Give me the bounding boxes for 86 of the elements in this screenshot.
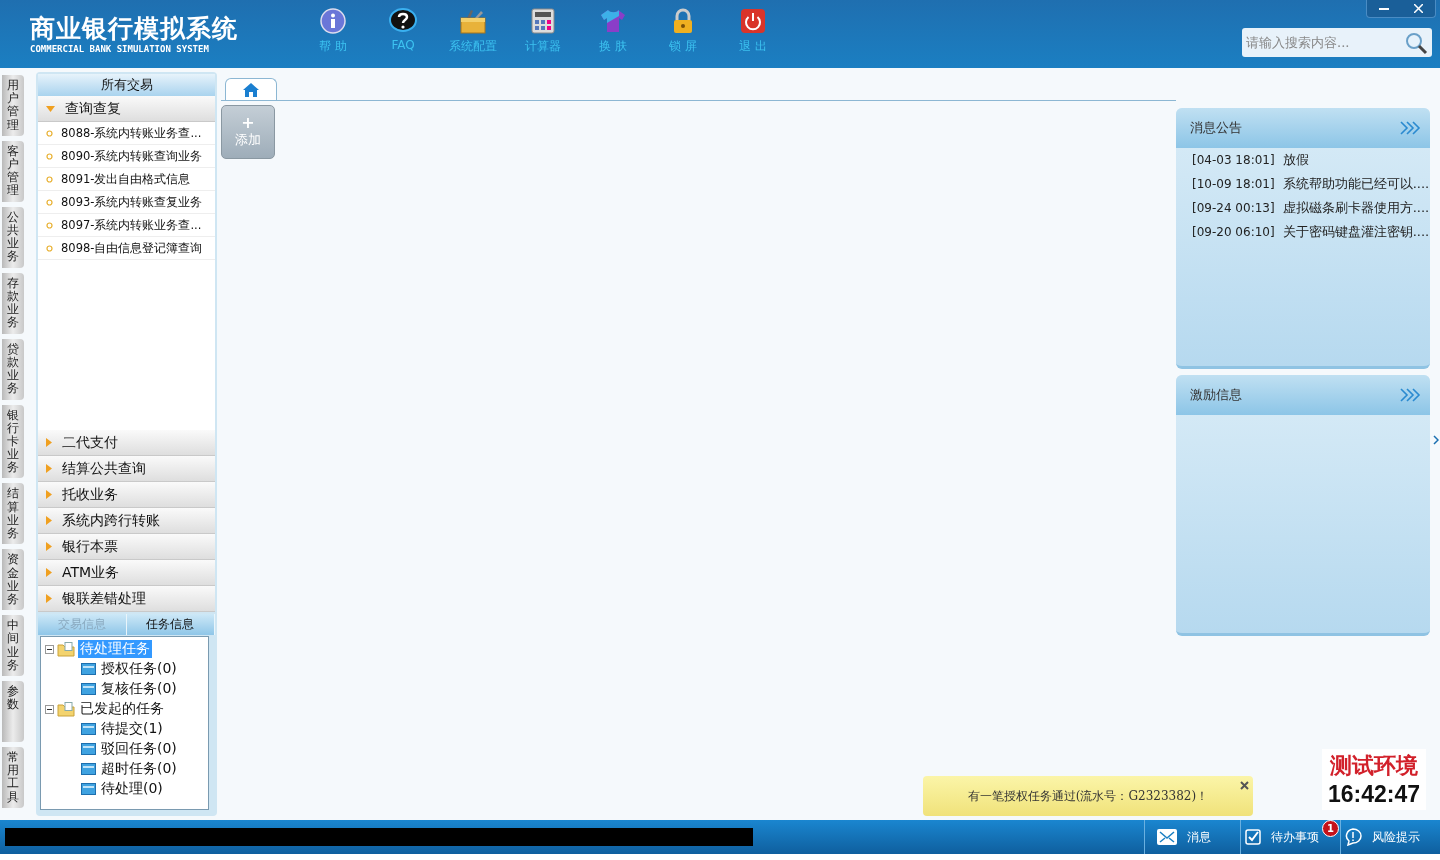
notice-time: [10-09 18:01]	[1192, 177, 1275, 191]
close-icon	[1240, 781, 1249, 790]
tree-node[interactable]: 待处理(0)	[99, 780, 165, 798]
folder-icon	[81, 743, 96, 755]
tree-node[interactable]: 驳回任务(0)	[99, 740, 179, 758]
caret-right-icon	[46, 594, 52, 603]
collapse-icon[interactable]	[45, 704, 54, 714]
info-icon	[320, 8, 346, 34]
envelope-icon	[1156, 829, 1177, 845]
count-badge: 1	[1322, 820, 1339, 837]
side-tab[interactable]: 公共业务	[2, 206, 24, 268]
notice-link[interactable]: 放假	[1282, 151, 1309, 169]
bullet-icon	[46, 198, 53, 206]
panel-title: 激励信息	[1190, 386, 1242, 404]
folder-icon	[57, 641, 75, 657]
bullet-icon	[46, 129, 53, 137]
caret-right-icon	[46, 438, 52, 447]
notice-time: [09-20 06:10]	[1192, 225, 1275, 239]
caret-right-icon	[46, 542, 52, 551]
sidebar-title: 所有交易	[38, 74, 215, 96]
notice-time: [04-03 18:01]	[1192, 153, 1275, 167]
caret-right-icon	[46, 568, 52, 577]
collapse-icon[interactable]	[45, 644, 54, 654]
panel-title: 消息公告	[1190, 119, 1242, 137]
bullet-icon	[46, 152, 53, 160]
shirt-icon	[599, 8, 627, 34]
side-tab[interactable]: 资金业务	[2, 549, 24, 611]
folder-icon	[81, 783, 96, 795]
home-icon	[243, 82, 259, 97]
home-tab[interactable]	[225, 78, 277, 100]
tree-node[interactable]: 待提交(1)	[99, 720, 165, 738]
folder-icon	[81, 763, 96, 775]
side-tab[interactable]: 银行卡业务	[2, 404, 24, 479]
side-tab[interactable]: 存款业务	[2, 272, 24, 334]
search-field[interactable]: 请输入搜索内容...	[1242, 28, 1432, 57]
accordion-header[interactable]: 银联差错处理	[38, 586, 215, 612]
search-icon[interactable]	[1404, 31, 1428, 55]
speech-bubble-icon	[1343, 828, 1362, 846]
accordion-header[interactable]: 银行本票	[38, 534, 215, 560]
caret-down-icon	[46, 105, 55, 112]
toast-message: 有一笔授权任务通过(流水号：G2323382)！	[967, 787, 1209, 805]
side-tab[interactable]: 参数	[2, 681, 24, 743]
bullet-icon	[46, 175, 53, 183]
side-tab[interactable]: 结算业务	[2, 483, 24, 545]
side-tab[interactable]: 常用工具	[2, 747, 24, 808]
notice-link[interactable]: 虚拟磁条刷卡器使用方....	[1282, 199, 1430, 217]
chevron-right-icon	[1433, 435, 1439, 445]
app-title: 商业银行模拟系统	[30, 14, 239, 44]
checkbox-icon	[1244, 829, 1261, 845]
close-icon	[1413, 4, 1423, 13]
accordion-header[interactable]: 系统内跨行转账	[38, 508, 215, 534]
power-icon	[740, 8, 766, 34]
minimize-icon	[1379, 7, 1389, 10]
tree-node[interactable]: 超时任务(0)	[99, 760, 179, 778]
bullet-icon	[46, 244, 53, 252]
app-subtitle: COMMERCIAL BANK SIMULATION SYSTEM	[30, 44, 210, 54]
tree-node[interactable]: 已发起的任务	[78, 700, 166, 718]
folder-icon	[81, 723, 96, 735]
notice-link[interactable]: 系统帮助功能已经可以....	[1282, 175, 1430, 193]
side-tab[interactable]: 中间业务	[2, 615, 24, 677]
accordion-header[interactable]: 结算公共查询	[38, 456, 215, 482]
folder-icon	[57, 701, 75, 717]
caret-right-icon	[46, 516, 52, 525]
tree-node[interactable]: 授权任务(0)	[99, 660, 179, 678]
calculator-icon	[531, 8, 555, 34]
side-tab[interactable]: 用户管理	[2, 75, 24, 136]
notice-link[interactable]: 关于密码键盘灌注密钥....	[1282, 223, 1430, 241]
clock: 16:42:47	[1327, 781, 1420, 808]
panel-tab[interactable]: 任务信息	[126, 614, 215, 635]
toolbox-icon	[459, 8, 487, 34]
accordion-header[interactable]: 查询查复	[38, 96, 215, 122]
tree-node[interactable]: 复核任务(0)	[99, 680, 179, 698]
side-tab[interactable]: 贷款业务	[2, 338, 24, 400]
folder-icon	[81, 683, 96, 695]
lock-icon	[671, 8, 695, 34]
accordion-header[interactable]: 二代支付	[38, 430, 215, 456]
notice-time: [09-24 00:13]	[1192, 201, 1275, 215]
question-icon	[389, 8, 417, 34]
accordion-header[interactable]: 托收业务	[38, 482, 215, 508]
caret-right-icon	[46, 490, 52, 499]
bullet-icon	[46, 221, 53, 229]
accordion-header[interactable]: ATM业务	[38, 560, 215, 586]
environment-label: 测试环境	[1329, 751, 1418, 780]
side-tab[interactable]: 客户管理	[2, 140, 24, 202]
caret-right-icon	[46, 464, 52, 473]
folder-icon	[81, 663, 96, 675]
